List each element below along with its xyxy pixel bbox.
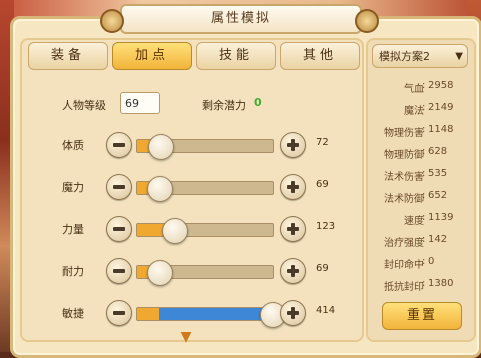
attribute-value: 69 <box>316 263 329 274</box>
stat-value: 0 <box>428 256 435 267</box>
plan-dropdown-label: 模拟方案2 <box>379 50 430 63</box>
stat-item: 法术伤害:535 <box>368 164 474 184</box>
title-ornament-right <box>355 9 379 33</box>
stat-item: 法术防御:652 <box>368 186 474 206</box>
stat-item: 治疗强度:142 <box>368 230 474 250</box>
stat-value: 628 <box>428 146 448 157</box>
stat-separator: : <box>422 80 426 91</box>
attribute-row: 魔力 69 <box>22 174 362 202</box>
stat-label: 法术伤害 <box>384 172 424 183</box>
attribute-label: 力量 <box>62 223 84 236</box>
stat-separator: : <box>422 190 426 201</box>
plus-icon[interactable] <box>280 258 306 284</box>
stat-label: 魔法 <box>404 106 424 117</box>
plus-icon[interactable] <box>280 174 306 200</box>
attribute-slider[interactable] <box>136 176 274 202</box>
window-title: 属性模拟 <box>120 4 362 34</box>
slider-knob[interactable] <box>162 218 188 244</box>
stat-item: 封印命中:0 <box>368 252 474 272</box>
stat-item: 物理伤害:1148 <box>368 120 474 140</box>
title-ornament-left <box>100 9 124 33</box>
stat-label: 速度 <box>404 216 424 227</box>
stat-separator: : <box>422 212 426 223</box>
stat-label: 物理防御 <box>384 150 424 161</box>
attribute-row: 耐力 69 <box>22 258 362 286</box>
stat-value: 142 <box>428 234 448 245</box>
stat-value: 2958 <box>428 80 454 91</box>
stat-label: 抵抗封印 <box>384 282 424 293</box>
attribute-value: 123 <box>316 221 336 232</box>
tab-other[interactable]: 其他 <box>280 42 360 70</box>
remaining-points-value: 0 <box>254 96 262 109</box>
stat-label: 封印命中 <box>384 260 424 271</box>
attribute-label: 敏捷 <box>62 307 84 320</box>
plus-icon[interactable] <box>280 300 306 326</box>
stat-value: 2149 <box>428 102 454 113</box>
attribute-label: 魔力 <box>62 181 84 194</box>
stat-item: 魔法:2149 <box>368 98 474 118</box>
attribute-label: 体质 <box>62 139 84 152</box>
plus-icon[interactable] <box>280 132 306 158</box>
tab-equipment[interactable]: 装备 <box>28 42 108 70</box>
stat-separator: : <box>422 124 426 135</box>
minus-icon[interactable] <box>106 132 132 158</box>
slider-knob[interactable] <box>147 176 173 202</box>
stat-label: 治疗强度 <box>384 238 424 249</box>
main-area: 装备 加点 技能 其他 人物等级 69 剩余潜力 0 体质 72 魔力 69 力量 123… <box>20 38 364 342</box>
attribute-slider[interactable] <box>136 218 274 244</box>
stat-item: 物理防御:628 <box>368 142 474 162</box>
stat-value: 652 <box>428 190 448 201</box>
stat-item: 气血:2958 <box>368 76 474 96</box>
stat-separator: : <box>422 278 426 289</box>
reset-button[interactable]: 重置 <box>382 302 462 330</box>
chevron-down-icon: ▼ <box>455 51 463 62</box>
stat-value: 1148 <box>428 124 454 135</box>
minus-icon[interactable] <box>106 258 132 284</box>
attribute-row: 敏捷 414 <box>22 300 362 328</box>
attribute-label: 耐力 <box>62 265 84 278</box>
stat-item: 速度:1139 <box>368 208 474 228</box>
plan-dropdown[interactable]: 模拟方案2 ▼ <box>372 44 468 68</box>
minus-icon[interactable] <box>106 300 132 326</box>
remaining-points-label: 剩余潜力 <box>202 99 246 112</box>
attribute-row: 力量 123 <box>22 216 362 244</box>
attribute-slider[interactable] <box>136 302 286 328</box>
stat-label: 物理伤害 <box>384 128 424 139</box>
stat-separator: : <box>422 146 426 157</box>
stat-label: 气血 <box>404 84 424 95</box>
attribute-value: 414 <box>316 305 336 316</box>
attribute-slider[interactable] <box>136 134 274 160</box>
stat-item: 抵抗封印:1380 <box>368 274 474 294</box>
slider-fill-base <box>137 308 159 320</box>
stat-value: 1380 <box>428 278 454 289</box>
attribute-slider[interactable] <box>136 260 274 286</box>
chevron-down-icon[interactable]: ▼ <box>176 330 196 344</box>
attribute-row: 体质 72 <box>22 132 362 160</box>
stat-separator: : <box>422 102 426 113</box>
minus-icon[interactable] <box>106 174 132 200</box>
stat-value: 535 <box>428 168 448 179</box>
stat-value: 1139 <box>428 212 454 223</box>
stats-sidebar: 模拟方案2 ▼ 气血:2958 魔法:2149 物理伤害:1148 物理防御:628 法… <box>366 38 476 342</box>
stat-label: 法术防御 <box>384 194 424 205</box>
slider-fill-added <box>159 308 272 320</box>
attribute-value: 69 <box>316 179 329 190</box>
plus-icon[interactable] <box>280 216 306 242</box>
stat-separator: : <box>422 168 426 179</box>
minus-icon[interactable] <box>106 216 132 242</box>
slider-knob[interactable] <box>147 260 173 286</box>
stat-separator: : <box>422 256 426 267</box>
level-label: 人物等级 <box>62 99 106 112</box>
tab-skills[interactable]: 技能 <box>196 42 276 70</box>
level-input[interactable]: 69 <box>120 92 160 114</box>
tab-add-points[interactable]: 加点 <box>112 42 192 70</box>
slider-knob[interactable] <box>148 134 174 160</box>
attribute-value: 72 <box>316 137 329 148</box>
stat-separator: : <box>422 234 426 245</box>
